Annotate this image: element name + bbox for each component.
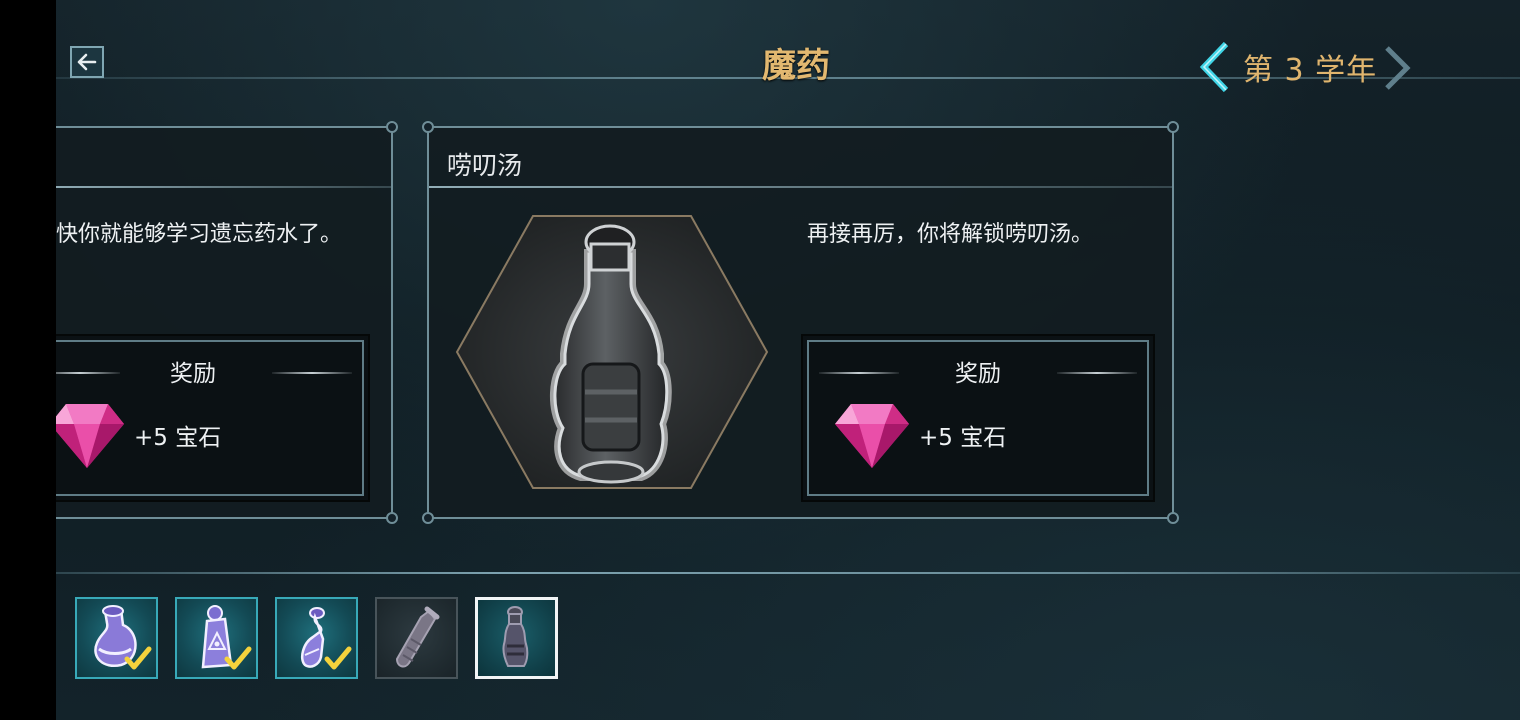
potions-screen: 魔药 第 3 学年 快你就能够学习遗忘药水了。 奖励 +5 宝石 唠叨汤 再接再… xyxy=(56,0,1520,720)
card-corner xyxy=(386,512,398,524)
year-label: 第 3 学年 xyxy=(1243,53,1378,88)
page-title: 魔药 xyxy=(762,46,830,86)
potion-card-current: 唠叨汤 再接再厉，你将解锁唠叨汤。 奖励 +5 宝石 xyxy=(422,121,1179,524)
potion-vial-icon xyxy=(301,607,352,670)
gem-icon xyxy=(835,404,909,468)
reward-box: 奖励 +5 宝石 xyxy=(56,334,370,502)
potion-eye-bottle-icon xyxy=(201,605,252,670)
potion-flask-icon xyxy=(94,605,152,670)
bottom-divider xyxy=(56,572,1520,574)
year-selector: 第 3 学年 xyxy=(1196,40,1436,94)
potion-tube-icon xyxy=(395,606,440,668)
reward-text: +5 宝石 xyxy=(134,425,222,451)
arrow-left-icon xyxy=(77,53,97,71)
card-corner xyxy=(422,512,434,524)
card-divider xyxy=(429,186,1172,188)
card-corner xyxy=(1167,121,1179,133)
reward-box: 奖励 +5 宝石 xyxy=(801,334,1155,502)
potion-slot-2[interactable] xyxy=(175,597,258,679)
gem-icon xyxy=(56,404,124,468)
potion-slot-4[interactable] xyxy=(375,597,458,679)
chevron-left-icon[interactable] xyxy=(1196,40,1236,94)
card-title: 唠叨汤 xyxy=(447,151,523,180)
potion-slot-3[interactable] xyxy=(275,597,358,679)
reward-title: 奖励 xyxy=(955,361,1001,387)
left-black-bar xyxy=(0,0,56,720)
potion-image xyxy=(455,214,769,490)
card-corner xyxy=(422,121,434,133)
reward-title: 奖励 xyxy=(170,361,216,387)
potion-slot-1[interactable] xyxy=(75,597,158,679)
card-description: 快你就能够学习遗忘药水了。 xyxy=(56,222,343,247)
potion-card-previous: 快你就能够学习遗忘药水了。 奖励 +5 宝石 xyxy=(56,121,398,524)
card-divider xyxy=(56,186,391,188)
potion-bottle-icon xyxy=(502,606,529,667)
card-description: 再接再厉，你将解锁唠叨汤。 xyxy=(807,222,1094,247)
reward-text: +5 宝石 xyxy=(919,425,1007,451)
chevron-right-icon[interactable] xyxy=(1379,44,1415,92)
card-corner xyxy=(386,121,398,133)
potion-bottle-icon xyxy=(455,215,769,489)
back-button[interactable] xyxy=(70,46,104,78)
card-corner xyxy=(1167,512,1179,524)
potion-slot-5[interactable] xyxy=(475,597,558,679)
